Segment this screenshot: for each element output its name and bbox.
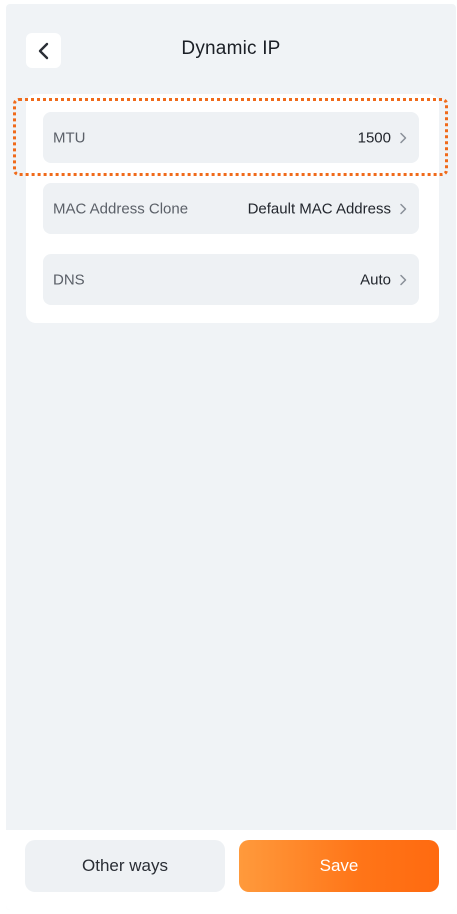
other-ways-button[interactable]: Other ways — [25, 840, 225, 892]
row-label: DNS — [53, 271, 85, 288]
settings-row-dns[interactable]: DNS Auto — [43, 254, 419, 305]
settings-row-mtu[interactable]: MTU 1500 — [43, 112, 419, 163]
dynamic-ip-screen: Dynamic IP MTU 1500 MAC Address Clone De… — [6, 4, 456, 910]
chevron-right-icon — [400, 203, 407, 214]
row-value: Default MAC Address — [247, 200, 391, 217]
row-value: Auto — [360, 271, 391, 288]
chevron-right-icon — [400, 132, 407, 143]
row-label: MAC Address Clone — [53, 200, 189, 217]
row-value: 1500 — [357, 129, 391, 146]
save-button[interactable]: Save — [239, 840, 439, 892]
settings-card: MTU 1500 MAC Address Clone Default MAC A… — [26, 94, 439, 323]
row-label: MTU — [53, 129, 86, 146]
footer-bar: Other ways Save — [6, 830, 456, 910]
page-title: Dynamic IP — [181, 38, 281, 59]
chevron-right-icon — [400, 274, 407, 285]
header: Dynamic IP — [6, 4, 456, 94]
settings-row-mac-address-clone[interactable]: MAC Address Clone Default MAC Address — [43, 183, 419, 234]
